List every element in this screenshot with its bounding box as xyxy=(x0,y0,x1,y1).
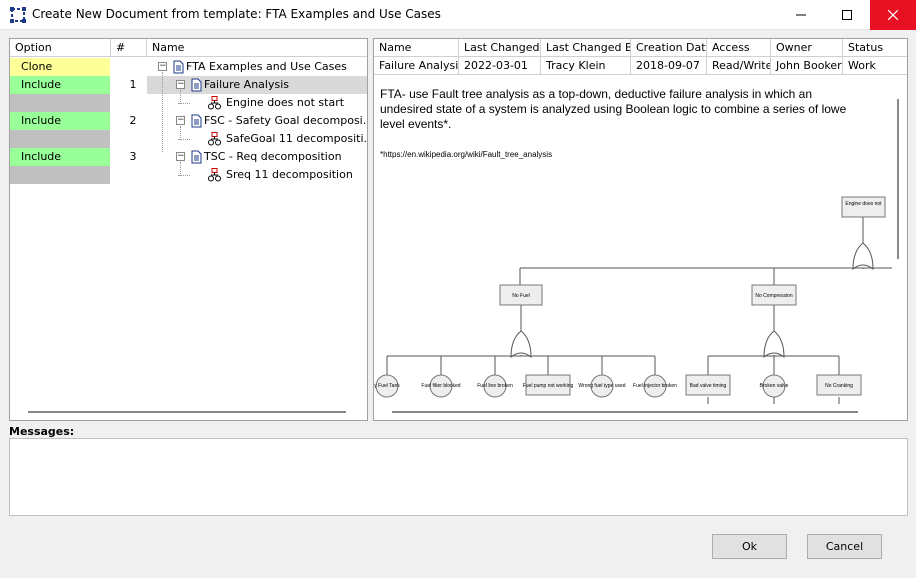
details-value-cell: Failure Analysis xyxy=(374,57,459,75)
row-number: 3 xyxy=(129,150,137,163)
ok-button[interactable]: Ok xyxy=(712,534,787,559)
top-event-label: Engine does not xyxy=(845,201,882,207)
details-value-cell: 2022-03-01 xyxy=(459,57,541,75)
tree-item-label: Failure Analysis xyxy=(204,78,290,91)
details-column-header[interactable]: Last Changed xyxy=(459,39,541,57)
option-cell[interactable]: Include xyxy=(10,76,110,94)
close-icon xyxy=(888,10,898,20)
mid-event-label: No Fuel xyxy=(512,293,530,299)
document-icon xyxy=(191,78,202,92)
option-cell[interactable] xyxy=(10,94,110,112)
fault-tree-icon xyxy=(208,96,221,110)
document-details-panel: Name Last Changed Last Changed By Creation … xyxy=(373,38,908,421)
details-column-header[interactable]: Name xyxy=(374,39,459,57)
tree-item-label: Engine does not start xyxy=(226,96,345,109)
tree-item-label: FTA Examples and Use Cases xyxy=(186,60,347,73)
tree-connector xyxy=(180,162,181,176)
fault-tree-icon xyxy=(208,168,221,182)
maximize-button[interactable] xyxy=(824,0,870,30)
basic-event-label: Fuel pump not working xyxy=(523,383,574,389)
column-header-number[interactable]: # xyxy=(111,39,147,57)
tree-item-label: SafeGoal 11 decompositi... xyxy=(226,132,368,145)
footnote-link: *https://en.wikipedia.org/wiki/Fault_tre… xyxy=(380,150,553,159)
collapse-toggle-icon[interactable]: − xyxy=(176,152,185,161)
or-gate-icon xyxy=(852,242,874,271)
template-tree-grid: Option # Name Clone − FTA Examples and Use… xyxy=(9,38,368,421)
close-button[interactable] xyxy=(870,0,916,30)
document-icon xyxy=(173,60,184,74)
option-cell[interactable]: Clone xyxy=(10,58,110,76)
fault-tree-canvas: Engine does not No Fuel No Compression y Fu… xyxy=(374,196,892,404)
document-description: FTA- use Fault tree analysis as a top-do… xyxy=(380,87,892,132)
tree-item-label: TSC - Req decomposition xyxy=(204,150,342,163)
basic-event-label: Fuel line broken xyxy=(477,383,513,389)
details-value-cell: John Booker xyxy=(771,57,843,75)
option-cell[interactable]: Include xyxy=(10,112,110,130)
basic-event-label: No Cranking xyxy=(825,383,853,389)
tree-item-label: Sreq 11 decomposition xyxy=(226,168,353,181)
basic-event-label: Fuel filter blocked xyxy=(421,383,460,389)
row-number xyxy=(120,130,146,148)
details-column-header[interactable]: Last Changed By xyxy=(541,39,631,57)
tree-connector xyxy=(180,126,181,140)
or-gate-icon xyxy=(510,330,532,359)
row-number xyxy=(120,166,146,184)
description-line: undesired state of a system is analyzed … xyxy=(380,102,847,116)
details-column-header[interactable]: Owner xyxy=(771,39,843,57)
option-cell[interactable] xyxy=(10,130,110,148)
cancel-button[interactable]: Cancel xyxy=(807,534,882,559)
app-icon xyxy=(10,7,26,23)
column-header-option[interactable]: Option xyxy=(10,39,111,57)
or-gate-icon xyxy=(763,330,785,359)
option-cell[interactable] xyxy=(10,166,110,184)
fault-tree-icon xyxy=(208,132,221,146)
details-value-cell: Work xyxy=(843,57,907,75)
title-bar: Create New Document from template: FTA E… xyxy=(0,0,916,30)
vertical-scrollbar[interactable] xyxy=(897,99,899,259)
collapse-toggle-icon[interactable]: − xyxy=(158,62,167,71)
collapse-toggle-icon[interactable]: − xyxy=(176,116,185,125)
basic-event-label: Wrong fuel type used xyxy=(578,383,625,389)
option-cell[interactable]: Include xyxy=(10,148,110,166)
maximize-icon xyxy=(842,10,852,20)
description-line: FTA- use Fault tree analysis as a top-do… xyxy=(380,87,812,101)
messages-label: Messages: xyxy=(9,425,75,438)
details-value-cell: Read/Write xyxy=(707,57,771,75)
description-line: level events*. xyxy=(380,117,452,131)
tree-connector xyxy=(180,90,181,104)
top-event-box xyxy=(841,196,886,218)
mid-event-label: No Compression xyxy=(755,293,792,299)
collapse-toggle-icon[interactable]: − xyxy=(176,80,185,89)
fault-tree-diagram: Engine does not No Fuel No Compression y Fu… xyxy=(374,179,892,404)
minimize-button[interactable] xyxy=(778,0,824,30)
details-value-cell: Tracy Klein xyxy=(541,57,631,75)
details-value-cell: 2018-09-07 xyxy=(631,57,707,75)
basic-event-label: y Fuel Tank xyxy=(374,383,400,389)
window-title: Create New Document from template: FTA E… xyxy=(32,7,441,21)
minimize-icon xyxy=(796,14,806,16)
column-header-name[interactable]: Name xyxy=(147,39,367,57)
basic-event-label: Bad valve timing xyxy=(690,383,727,389)
details-column-header[interactable]: Status xyxy=(843,39,907,57)
row-number: 2 xyxy=(129,114,137,127)
row-number xyxy=(120,94,146,112)
preview-horizontal-scrollbar[interactable] xyxy=(392,411,858,413)
tree-connector xyxy=(162,72,163,152)
details-column-header[interactable]: Access xyxy=(707,39,771,57)
document-icon xyxy=(191,114,202,128)
basic-event-label: Broken valve xyxy=(760,383,789,389)
tree-item-label: FSC - Safety Goal decomposi... xyxy=(204,114,368,127)
document-icon xyxy=(191,150,202,164)
tree-item[interactable]: − FTA Examples and Use Cases xyxy=(147,58,367,76)
details-column-header[interactable]: Creation Date xyxy=(631,39,707,57)
horizontal-scrollbar[interactable] xyxy=(28,411,346,413)
row-number xyxy=(120,58,146,76)
messages-area[interactable] xyxy=(9,438,908,516)
row-number: 1 xyxy=(129,78,137,91)
basic-event-label: Fuel injector broken xyxy=(633,383,677,389)
